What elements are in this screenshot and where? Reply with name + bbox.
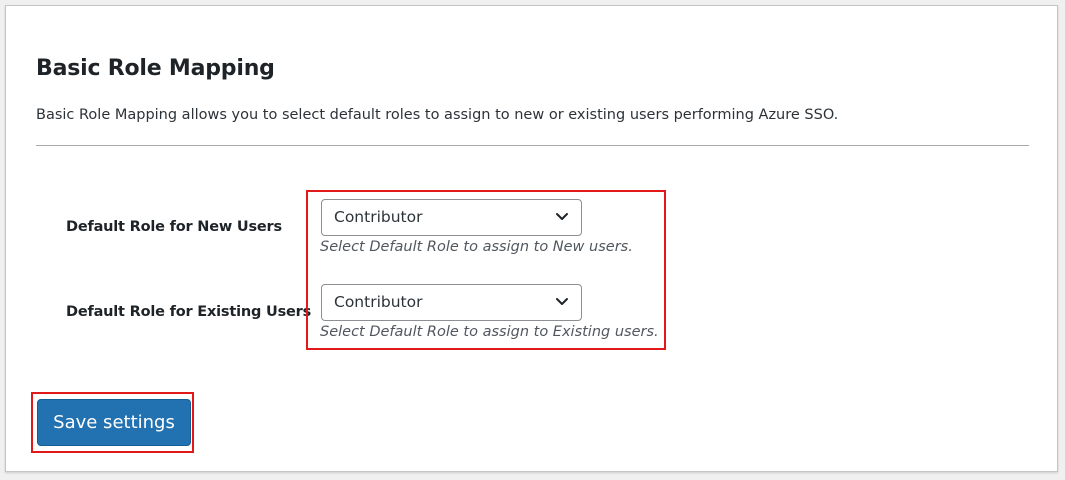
save-settings-button[interactable]: Save settings [37, 399, 191, 446]
new-users-role-hint: Select Default Role to assign to New use… [320, 239, 633, 255]
section-divider [36, 145, 1029, 146]
existing-users-role-select[interactable]: Contributor [321, 284, 582, 321]
section-description: Basic Role Mapping allows you to select … [36, 107, 839, 123]
existing-users-role-value: Contributor [334, 293, 423, 311]
new-users-role-select[interactable]: Contributor [321, 199, 582, 236]
chevron-down-icon [556, 213, 568, 220]
new-users-role-value: Contributor [334, 208, 423, 226]
settings-panel: Basic Role Mapping Basic Role Mapping al… [5, 5, 1058, 472]
existing-users-role-label: Default Role for Existing Users [66, 304, 312, 320]
section-title: Basic Role Mapping [36, 56, 275, 81]
chevron-down-icon [556, 298, 568, 305]
existing-users-role-hint: Select Default Role to assign to Existin… [320, 324, 659, 340]
new-users-role-label: Default Role for New Users [66, 219, 282, 235]
